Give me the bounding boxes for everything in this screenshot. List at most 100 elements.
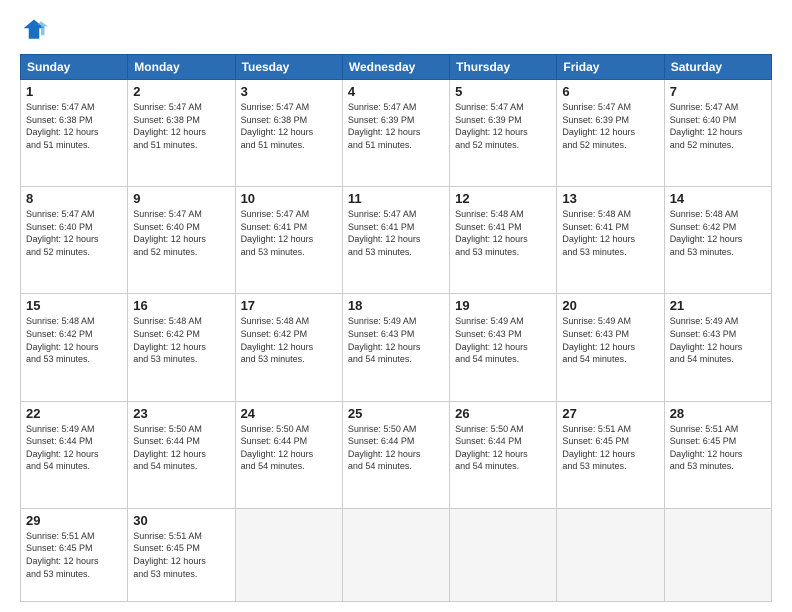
cell-info: Sunrise: 5:49 AMSunset: 6:44 PMDaylight:… <box>26 423 122 473</box>
calendar-cell-day-30: 30 Sunrise: 5:51 AMSunset: 6:45 PMDayligh… <box>128 508 235 601</box>
cell-info: Sunrise: 5:47 AMSunset: 6:40 PMDaylight:… <box>26 208 122 258</box>
calendar-header-saturday: Saturday <box>664 55 771 80</box>
day-number: 6 <box>562 84 658 99</box>
cell-info: Sunrise: 5:48 AMSunset: 6:42 PMDaylight:… <box>241 315 337 365</box>
calendar-cell-day-1: 1 Sunrise: 5:47 AMSunset: 6:38 PMDaylight… <box>21 80 128 187</box>
calendar-cell-day-12: 12 Sunrise: 5:48 AMSunset: 6:41 PMDayligh… <box>450 187 557 294</box>
day-number: 11 <box>348 191 444 206</box>
cell-info: Sunrise: 5:48 AMSunset: 6:41 PMDaylight:… <box>455 208 551 258</box>
calendar-header-sunday: Sunday <box>21 55 128 80</box>
day-number: 2 <box>133 84 229 99</box>
day-number: 10 <box>241 191 337 206</box>
cell-info: Sunrise: 5:49 AMSunset: 6:43 PMDaylight:… <box>670 315 766 365</box>
day-number: 29 <box>26 513 122 528</box>
calendar-cell-day-3: 3 Sunrise: 5:47 AMSunset: 6:38 PMDaylight… <box>235 80 342 187</box>
logo <box>20 16 52 44</box>
calendar-cell-day-15: 15 Sunrise: 5:48 AMSunset: 6:42 PMDayligh… <box>21 294 128 401</box>
day-number: 14 <box>670 191 766 206</box>
calendar-cell-day-27: 27 Sunrise: 5:51 AMSunset: 6:45 PMDayligh… <box>557 401 664 508</box>
calendar-cell-day-14: 14 Sunrise: 5:48 AMSunset: 6:42 PMDayligh… <box>664 187 771 294</box>
day-number: 28 <box>670 406 766 421</box>
header <box>20 16 772 44</box>
day-number: 16 <box>133 298 229 313</box>
day-number: 23 <box>133 406 229 421</box>
day-number: 9 <box>133 191 229 206</box>
calendar-week-4: 22Sunrise: 5:49 AMSunset: 6:44 PMDayligh… <box>21 401 772 508</box>
calendar-cell-day-2: 2 Sunrise: 5:47 AMSunset: 6:38 PMDaylight… <box>128 80 235 187</box>
day-number: 21 <box>670 298 766 313</box>
calendar-table: SundayMondayTuesdayWednesdayThursdayFrid… <box>20 54 772 602</box>
calendar-cell-day-11: 11 Sunrise: 5:47 AMSunset: 6:41 PMDayligh… <box>342 187 449 294</box>
calendar-cell-day-10: 10Sunrise: 5:47 AMSunset: 6:41 PMDayligh… <box>235 187 342 294</box>
cell-info: Sunrise: 5:50 AMSunset: 6:44 PMDaylight:… <box>241 423 337 473</box>
cell-info: Sunrise: 5:49 AMSunset: 6:43 PMDaylight:… <box>455 315 551 365</box>
calendar-cell-day-22: 22Sunrise: 5:49 AMSunset: 6:44 PMDayligh… <box>21 401 128 508</box>
cell-info: Sunrise: 5:51 AMSunset: 6:45 PMDaylight:… <box>562 423 658 473</box>
cell-info: Sunrise: 5:47 AMSunset: 6:38 PMDaylight:… <box>26 101 122 151</box>
calendar-cell-day-8: 8 Sunrise: 5:47 AMSunset: 6:40 PMDaylight… <box>21 187 128 294</box>
calendar-cell-day-23: 23Sunrise: 5:50 AMSunset: 6:44 PMDayligh… <box>128 401 235 508</box>
day-number: 18 <box>348 298 444 313</box>
day-number: 27 <box>562 406 658 421</box>
cell-info: Sunrise: 5:49 AMSunset: 6:43 PMDaylight:… <box>348 315 444 365</box>
cell-info: Sunrise: 5:51 AMSunset: 6:45 PMDaylight:… <box>670 423 766 473</box>
day-number: 13 <box>562 191 658 206</box>
cell-info: Sunrise: 5:47 AMSunset: 6:38 PMDaylight:… <box>133 101 229 151</box>
day-number: 24 <box>241 406 337 421</box>
calendar-cell-day-4: 4 Sunrise: 5:47 AMSunset: 6:39 PMDaylight… <box>342 80 449 187</box>
calendar-cell-empty <box>450 508 557 601</box>
calendar-cell-day-9: 9 Sunrise: 5:47 AMSunset: 6:40 PMDaylight… <box>128 187 235 294</box>
cell-info: Sunrise: 5:50 AMSunset: 6:44 PMDaylight:… <box>348 423 444 473</box>
calendar-header-thursday: Thursday <box>450 55 557 80</box>
cell-info: Sunrise: 5:48 AMSunset: 6:42 PMDaylight:… <box>670 208 766 258</box>
calendar-cell-empty <box>235 508 342 601</box>
day-number: 30 <box>133 513 229 528</box>
calendar-cell-day-18: 18 Sunrise: 5:49 AMSunset: 6:43 PMDayligh… <box>342 294 449 401</box>
cell-info: Sunrise: 5:48 AMSunset: 6:41 PMDaylight:… <box>562 208 658 258</box>
day-number: 15 <box>26 298 122 313</box>
cell-info: Sunrise: 5:47 AMSunset: 6:39 PMDaylight:… <box>455 101 551 151</box>
day-number: 4 <box>348 84 444 99</box>
cell-info: Sunrise: 5:48 AMSunset: 6:42 PMDaylight:… <box>133 315 229 365</box>
calendar-cell-day-7: 7Sunrise: 5:47 AMSunset: 6:40 PMDaylight… <box>664 80 771 187</box>
cell-info: Sunrise: 5:49 AMSunset: 6:43 PMDaylight:… <box>562 315 658 365</box>
day-number: 8 <box>26 191 122 206</box>
calendar-cell-day-5: 5 Sunrise: 5:47 AMSunset: 6:39 PMDaylight… <box>450 80 557 187</box>
calendar-cell-day-25: 25 Sunrise: 5:50 AMSunset: 6:44 PMDayligh… <box>342 401 449 508</box>
cell-info: Sunrise: 5:47 AMSunset: 6:38 PMDaylight:… <box>241 101 337 151</box>
calendar-cell-day-21: 21 Sunrise: 5:49 AMSunset: 6:43 PMDayligh… <box>664 294 771 401</box>
cell-info: Sunrise: 5:47 AMSunset: 6:41 PMDaylight:… <box>348 208 444 258</box>
cell-info: Sunrise: 5:47 AMSunset: 6:40 PMDaylight:… <box>133 208 229 258</box>
day-number: 19 <box>455 298 551 313</box>
calendar-cell-day-26: 26 Sunrise: 5:50 AMSunset: 6:44 PMDayligh… <box>450 401 557 508</box>
calendar-week-1: 1 Sunrise: 5:47 AMSunset: 6:38 PMDaylight… <box>21 80 772 187</box>
calendar-cell-day-29: 29 Sunrise: 5:51 AMSunset: 6:45 PMDayligh… <box>21 508 128 601</box>
calendar-cell-day-13: 13 Sunrise: 5:48 AMSunset: 6:41 PMDayligh… <box>557 187 664 294</box>
page: SundayMondayTuesdayWednesdayThursdayFrid… <box>0 0 792 612</box>
calendar-cell-empty <box>557 508 664 601</box>
day-number: 17 <box>241 298 337 313</box>
day-number: 1 <box>26 84 122 99</box>
cell-info: Sunrise: 5:48 AMSunset: 6:42 PMDaylight:… <box>26 315 122 365</box>
cell-info: Sunrise: 5:47 AMSunset: 6:39 PMDaylight:… <box>348 101 444 151</box>
day-number: 12 <box>455 191 551 206</box>
calendar-header-row: SundayMondayTuesdayWednesdayThursdayFrid… <box>21 55 772 80</box>
logo-icon <box>20 16 48 44</box>
cell-info: Sunrise: 5:47 AMSunset: 6:39 PMDaylight:… <box>562 101 658 151</box>
calendar-header-monday: Monday <box>128 55 235 80</box>
calendar-week-2: 8 Sunrise: 5:47 AMSunset: 6:40 PMDaylight… <box>21 187 772 294</box>
calendar-cell-day-17: 17 Sunrise: 5:48 AMSunset: 6:42 PMDayligh… <box>235 294 342 401</box>
cell-info: Sunrise: 5:50 AMSunset: 6:44 PMDaylight:… <box>455 423 551 473</box>
calendar-cell-day-20: 20 Sunrise: 5:49 AMSunset: 6:43 PMDayligh… <box>557 294 664 401</box>
calendar-cell-day-24: 24 Sunrise: 5:50 AMSunset: 6:44 PMDayligh… <box>235 401 342 508</box>
day-number: 26 <box>455 406 551 421</box>
calendar-week-5: 29 Sunrise: 5:51 AMSunset: 6:45 PMDayligh… <box>21 508 772 601</box>
cell-info: Sunrise: 5:51 AMSunset: 6:45 PMDaylight:… <box>26 530 122 580</box>
day-number: 5 <box>455 84 551 99</box>
calendar-header-wednesday: Wednesday <box>342 55 449 80</box>
cell-info: Sunrise: 5:51 AMSunset: 6:45 PMDaylight:… <box>133 530 229 580</box>
day-number: 25 <box>348 406 444 421</box>
day-number: 20 <box>562 298 658 313</box>
day-number: 3 <box>241 84 337 99</box>
calendar-cell-day-16: 16 Sunrise: 5:48 AMSunset: 6:42 PMDayligh… <box>128 294 235 401</box>
